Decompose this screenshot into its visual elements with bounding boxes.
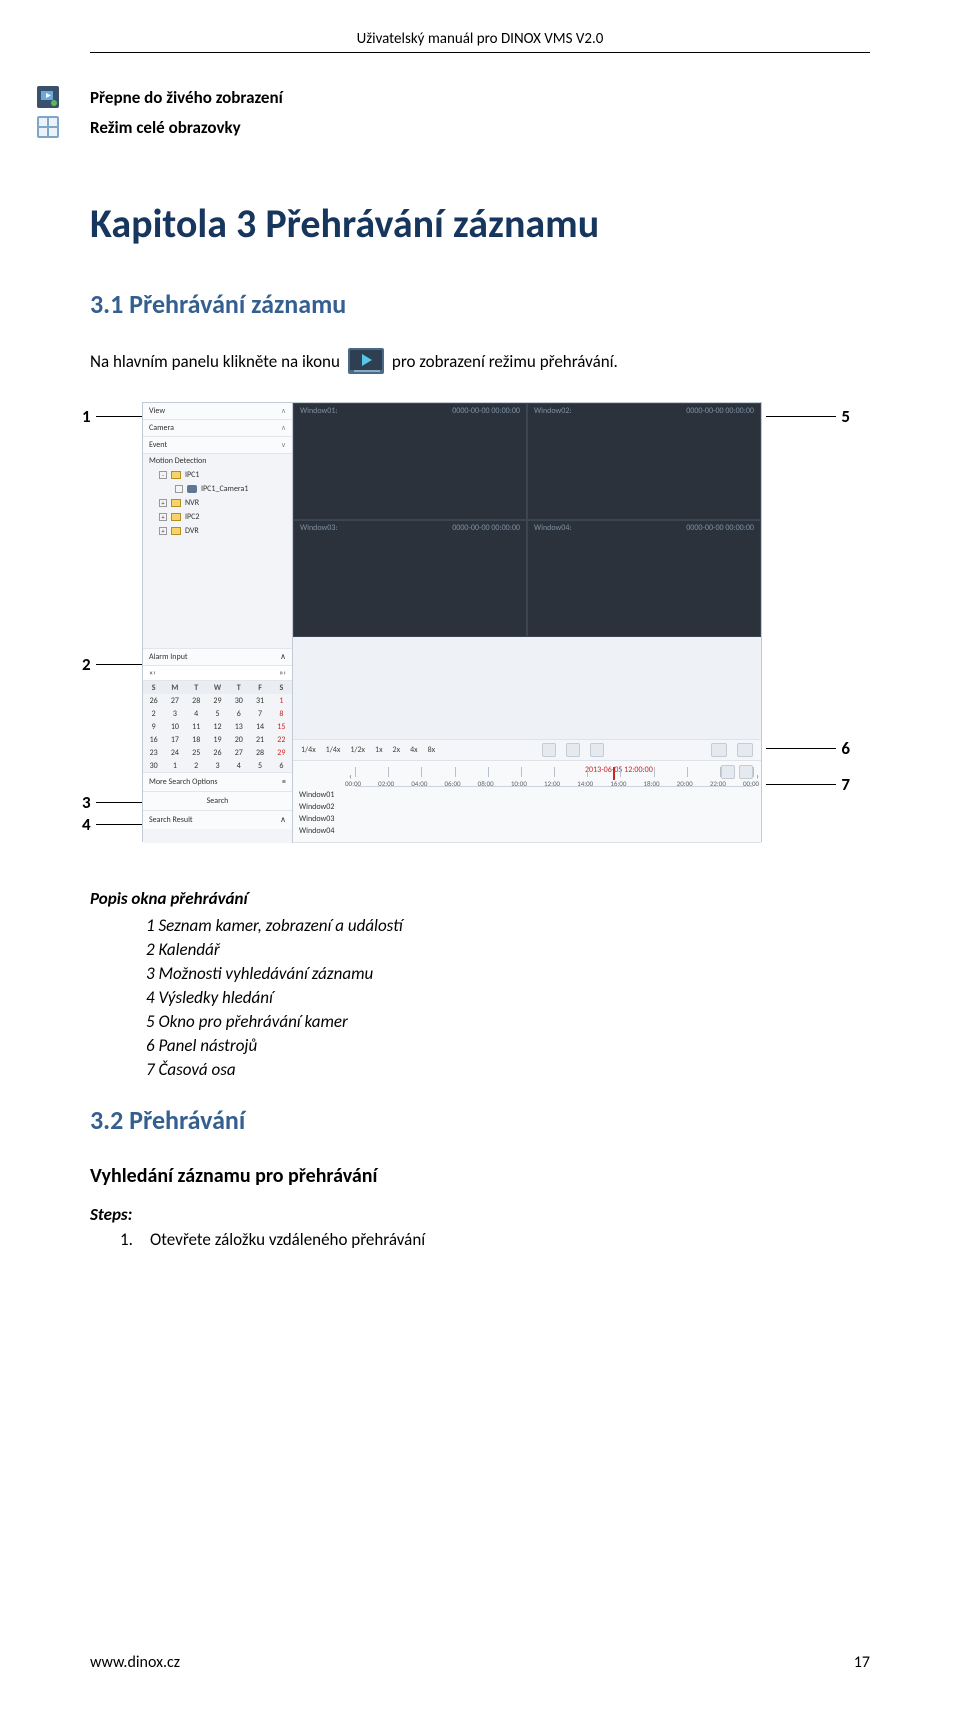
- video-cell-1[interactable]: Window01:0000-00-00 00:00:00: [293, 403, 527, 520]
- timeline-next[interactable]: ›: [756, 771, 759, 782]
- playback-toolbar: 1/4x 1/4x 1/2x 1x 2x 4x 8x: [293, 739, 761, 761]
- speed-label[interactable]: 1x: [375, 745, 383, 755]
- snapshot-button[interactable]: [737, 743, 753, 757]
- tree-item[interactable]: +DVR: [143, 524, 292, 538]
- steps-label: Steps:: [90, 1204, 870, 1225]
- video-cell-3[interactable]: Window03:0000-00-00 00:00:00: [293, 520, 527, 637]
- section-3-1-title: 3.1 Přehrávání záznamu: [90, 288, 870, 320]
- list-item: 2 Kalendář: [146, 939, 870, 960]
- section-3-1-text: Na hlavním panelu klikněte na ikonu pro …: [90, 348, 870, 374]
- header-rule: [90, 52, 870, 53]
- zoom-in-icon[interactable]: [739, 765, 753, 779]
- timeline-prev[interactable]: ‹: [349, 771, 352, 782]
- step-item: 1. Otevřete záložku vzdáleného přehráván…: [120, 1229, 870, 1250]
- list-item: 4 Výsledky hledání: [146, 987, 870, 1008]
- speed-label[interactable]: 4x: [410, 745, 418, 755]
- leader-line: [766, 416, 836, 417]
- step-button[interactable]: [590, 743, 604, 757]
- list-item: 5 Okno pro přehrávání kamer: [146, 1011, 870, 1032]
- section-3-1-text-a: Na hlavním panelu klikněte na ikonu: [90, 351, 340, 372]
- app-window: View∧ Camera∧ Event∨ Motion Detection -I…: [142, 402, 762, 842]
- sidebar-camera[interactable]: Camera∧: [143, 420, 292, 437]
- sidebar-view[interactable]: View∧: [143, 403, 292, 420]
- page-number: 17: [854, 1653, 870, 1672]
- play-pause-button[interactable]: [542, 743, 556, 757]
- list-heading: Popis okna přehrávání: [90, 888, 870, 909]
- annotation-5: 5: [841, 406, 850, 427]
- speed-label[interactable]: 1/2x: [350, 745, 365, 755]
- playback-icon: [348, 348, 384, 374]
- search-button[interactable]: Search: [143, 791, 292, 810]
- annotation-1: 1: [82, 406, 91, 427]
- header-title: Uživatelský manuál pro DINOX VMS V2.0: [90, 30, 870, 48]
- timeline-scale[interactable]: 2013-06-05 12:00:00 00:0002:0004:0006:00…: [355, 767, 753, 787]
- video-cell-4[interactable]: Window04:0000-00-00 00:00:00: [527, 520, 761, 637]
- leader-line: [96, 664, 142, 665]
- list-item: 3 Možnosti vyhledávání záznamu: [146, 963, 870, 984]
- calendar-nav[interactable]: « ‹ » ›: [143, 666, 292, 681]
- tree-item[interactable]: +IPC2: [143, 510, 292, 524]
- tree-item[interactable]: +NVR: [143, 496, 292, 510]
- video-cell-2[interactable]: Window02:0000-00-00 00:00:00: [527, 403, 761, 520]
- live-view-icon: [36, 85, 60, 109]
- zoom-out-icon[interactable]: [721, 765, 735, 779]
- footer: www.dinox.cz 17: [90, 1653, 870, 1672]
- timeline[interactable]: Window01 Window02 Window03 Window04 2013…: [293, 761, 761, 843]
- sidebar: View∧ Camera∧ Event∨ Motion Detection -I…: [143, 403, 293, 843]
- section-3-2-title: 3.2 Přehrávání: [90, 1104, 870, 1136]
- live-view-label: Přepne do živého zobrazení: [90, 87, 283, 108]
- leader-line: [766, 748, 836, 749]
- screenshot: 1 2 3 4 5 6 7 View∧ Camera∧ Event∨ Motio…: [70, 402, 850, 842]
- chapter-title: Kapitola 3 Přehrávání záznamu: [90, 199, 870, 248]
- tree-item[interactable]: IPC1_Camera1: [143, 482, 292, 496]
- list-item: 7 Časová osa: [146, 1059, 870, 1080]
- icon-row-live: Přepne do živého zobrazení: [36, 85, 870, 109]
- sidebar-motion[interactable]: Motion Detection: [143, 454, 292, 468]
- speed-label[interactable]: 8x: [428, 745, 436, 755]
- annotation-4: 4: [82, 814, 91, 835]
- annotation-7: 7: [841, 774, 850, 795]
- tree-item[interactable]: -IPC1: [143, 468, 292, 482]
- sub-heading: Vyhledání záznamu pro přehrávání: [90, 1164, 870, 1188]
- speed-label[interactable]: 1/4x: [326, 745, 341, 755]
- annotation-2: 2: [82, 654, 91, 675]
- leader-line: [766, 784, 836, 785]
- more-search-options[interactable]: More Search Options≡: [143, 772, 292, 791]
- icon-row-fullscreen: Režim celé obrazovky: [36, 115, 870, 139]
- calendar[interactable]: SMTWTFS 2627282930311 2345678 9101112131…: [143, 681, 292, 772]
- sidebar-event[interactable]: Event∨: [143, 437, 292, 454]
- section-3-1-text-b: pro zobrazení režimu přehrávání.: [392, 351, 618, 372]
- timeline-cursor-label: 2013-06-05 12:00:00: [585, 765, 653, 775]
- footer-url: www.dinox.cz: [90, 1653, 180, 1672]
- speed-label[interactable]: 1/4x: [301, 745, 316, 755]
- fullscreen-label: Režim celé obrazovky: [90, 117, 241, 138]
- download-button[interactable]: [711, 743, 727, 757]
- leader-line: [96, 802, 142, 803]
- stop-button[interactable]: [566, 743, 580, 757]
- description-list: Popis okna přehrávání 1 Seznam kamer, zo…: [90, 888, 870, 1080]
- list-item: 1 Seznam kamer, zobrazení a událostí: [146, 915, 870, 936]
- timeline-zoom: [721, 765, 753, 779]
- list-item: 6 Panel nástrojů: [146, 1035, 870, 1056]
- speed-label[interactable]: 2x: [393, 745, 401, 755]
- search-result[interactable]: Search Result∧: [143, 810, 292, 829]
- leader-line: [96, 824, 142, 825]
- sidebar-alarm[interactable]: Alarm Input∧: [143, 648, 292, 666]
- fullscreen-icon: [36, 115, 60, 139]
- leader-line: [96, 416, 142, 417]
- annotation-6: 6: [841, 738, 850, 759]
- video-grid: Window01:0000-00-00 00:00:00 Window02:00…: [293, 403, 761, 637]
- timeline-window-labels: Window01 Window02 Window03 Window04: [293, 789, 340, 837]
- annotation-3: 3: [82, 792, 91, 813]
